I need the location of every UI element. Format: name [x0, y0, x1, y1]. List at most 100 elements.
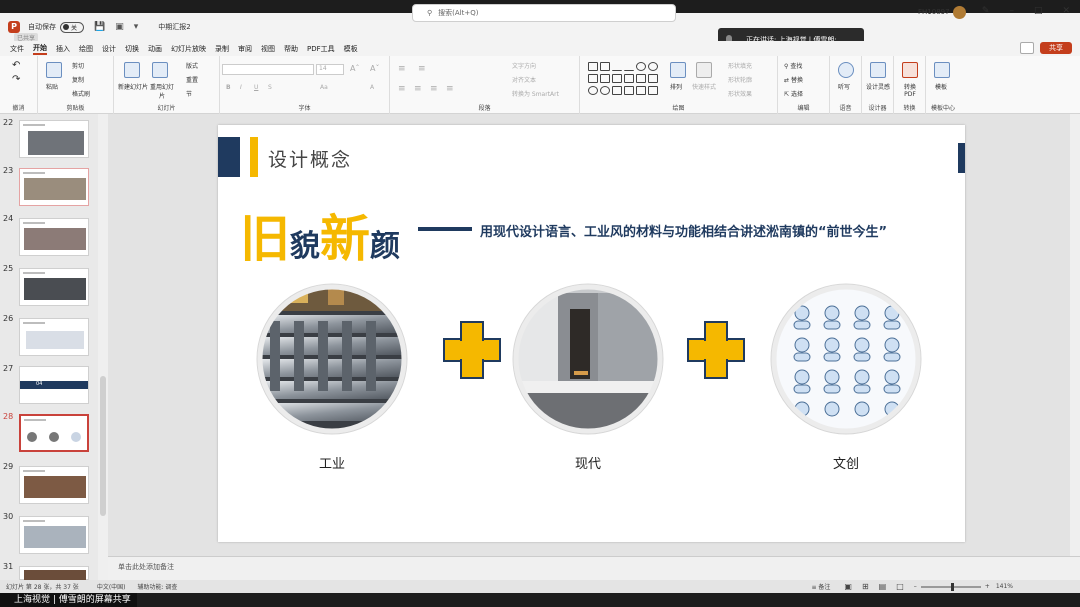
grow-font-icon[interactable]: Aˆ	[350, 64, 359, 73]
menu-record[interactable]: 录制	[215, 44, 229, 54]
change-case-icon[interactable]: Aa	[320, 84, 328, 91]
language-indicator[interactable]: 中文(中国)	[97, 582, 126, 591]
autosave-toggle[interactable]: 关	[60, 21, 84, 33]
layout-button[interactable]: 版式	[186, 61, 198, 70]
arrange-button[interactable]: 排列	[670, 82, 682, 91]
share-button[interactable]: 共享	[1040, 42, 1072, 54]
zoom-level[interactable]: 141%	[996, 583, 1013, 590]
align-right-icon[interactable]: ≡	[430, 84, 438, 94]
smartart-button[interactable]: 转换为 SmartArt	[512, 89, 559, 98]
dictate-button[interactable]: 听写	[838, 82, 850, 91]
close-icon[interactable]: ✕	[1062, 6, 1070, 16]
slide-thumbnail-24[interactable]	[19, 218, 89, 256]
select-button[interactable]: ⇱ 选择	[784, 89, 803, 98]
replace-button[interactable]: ⇄ 替换	[784, 75, 803, 84]
cut-button[interactable]: 剪切	[72, 61, 84, 70]
notes-pane[interactable]: 单击此处添加备注	[108, 556, 1080, 580]
customize-icon[interactable]: ▾	[134, 22, 139, 32]
slide-thumbnail-22[interactable]	[19, 120, 89, 158]
shape-fill-button[interactable]: 形状填充	[728, 61, 752, 70]
slide-sorter-icon[interactable]: ⊞	[862, 582, 869, 591]
paste-button[interactable]: 粘贴	[46, 82, 58, 91]
shrink-font-icon[interactable]: Aˇ	[370, 64, 379, 73]
restore-icon[interactable]: □	[1034, 6, 1043, 16]
undo-icon[interactable]: ↶	[12, 60, 20, 71]
redo-icon[interactable]: ↷	[12, 74, 20, 85]
slide-thumbnail-31[interactable]	[19, 566, 89, 580]
menu-help[interactable]: 帮助	[284, 44, 298, 54]
slide-thumbnail-29[interactable]	[19, 466, 89, 504]
menu-transitions[interactable]: 切换	[125, 44, 139, 54]
menu-view[interactable]: 视图	[261, 44, 275, 54]
slide-thumbnail-25[interactable]	[19, 268, 89, 306]
font-size-select[interactable]: 14	[316, 64, 344, 75]
strikethrough-icon[interactable]: S	[268, 84, 272, 91]
reading-view-icon[interactable]: ▤	[879, 582, 887, 591]
design-ideas-button[interactable]: 设计灵感	[866, 82, 890, 91]
underline-icon[interactable]: U	[254, 84, 258, 91]
menu-home[interactable]: 开始	[33, 43, 47, 55]
menu-review[interactable]: 审阅	[238, 44, 252, 54]
find-button[interactable]: ⚲ 查找	[784, 61, 802, 70]
slide-thumbnail-23[interactable]	[19, 168, 89, 206]
template-icon[interactable]	[934, 62, 950, 78]
to-pdf-button[interactable]: 转换 PDF	[898, 82, 922, 98]
slideshow-icon[interactable]: □	[896, 582, 904, 591]
section-button[interactable]: 节	[186, 89, 192, 98]
text-direction-button[interactable]: 文字方向	[512, 61, 536, 70]
design-ideas-icon[interactable]	[870, 62, 886, 78]
arrange-icon[interactable]	[670, 62, 686, 78]
thumbnail-scrollbar[interactable]	[98, 114, 108, 580]
microphone-icon[interactable]	[838, 62, 854, 78]
font-color-icon[interactable]: A	[370, 84, 374, 91]
user-name[interactable]: FH10897	[918, 8, 950, 16]
normal-view-icon[interactable]: ▣	[844, 582, 852, 591]
paste-icon[interactable]	[46, 62, 62, 78]
reset-button[interactable]: 重置	[186, 75, 198, 84]
reuse-slide-button[interactable]: 重用幻灯片	[148, 82, 176, 100]
pdf-icon[interactable]	[902, 62, 918, 78]
pen-icon[interactable]: ✎	[982, 6, 990, 16]
bullets-icon[interactable]: ≡	[398, 64, 406, 74]
present-icon[interactable]: ▣	[115, 22, 124, 32]
zoom-slider[interactable]	[920, 582, 981, 591]
align-text-button[interactable]: 对齐文本	[512, 75, 536, 84]
reuse-slide-icon[interactable]	[152, 62, 168, 78]
comments-button[interactable]	[1020, 42, 1034, 54]
file-name[interactable]: 中期汇报2	[158, 22, 190, 32]
template-button[interactable]: 模板	[935, 82, 947, 91]
menu-pdf[interactable]: PDF工具	[307, 44, 335, 54]
font-family-select[interactable]	[222, 64, 314, 75]
slide-thumbnail-30[interactable]	[19, 516, 89, 554]
copy-button[interactable]: 复制	[72, 75, 84, 84]
menu-animations[interactable]: 动画	[148, 44, 162, 54]
shape-effects-button[interactable]: 形状效果	[728, 89, 752, 98]
search-input[interactable]: ⚲ 搜索(Alt+Q)	[412, 4, 676, 22]
canvas-scrollbar[interactable]	[1070, 114, 1080, 556]
menu-insert[interactable]: 插入	[56, 44, 70, 54]
minimize-icon[interactable]: –	[1009, 6, 1014, 16]
numbering-icon[interactable]: ≡	[418, 64, 426, 74]
menu-draw[interactable]: 绘图	[79, 44, 93, 54]
format-painter-button[interactable]: 格式刷	[72, 89, 90, 98]
quick-styles-icon[interactable]	[696, 62, 712, 78]
slide-thumbnail-28[interactable]	[19, 414, 89, 452]
italic-icon[interactable]: I	[240, 84, 242, 91]
avatar[interactable]	[953, 6, 966, 19]
notes-toggle-button[interactable]: ≡ 备注	[811, 582, 830, 591]
quick-styles-button[interactable]: 快速样式	[692, 82, 716, 91]
new-slide-icon[interactable]	[124, 62, 140, 78]
bold-icon[interactable]: B	[226, 84, 231, 91]
align-center-icon[interactable]: ≡	[414, 84, 422, 94]
slide-thumbnail-27[interactable]: 04	[19, 366, 89, 404]
menu-file[interactable]: 文件	[10, 44, 24, 54]
menu-design[interactable]: 设计	[102, 44, 116, 54]
menu-slideshow[interactable]: 幻灯片放映	[171, 44, 206, 54]
shape-outline-button[interactable]: 形状轮廓	[728, 75, 752, 84]
new-slide-button[interactable]: 新建幻灯片	[118, 82, 148, 91]
zoom-out-icon[interactable]: –	[914, 583, 917, 590]
accessibility-indicator[interactable]: 辅助功能: 调查	[138, 582, 178, 591]
slide-thumbnail-26[interactable]	[19, 318, 89, 356]
save-icon[interactable]: 💾	[94, 22, 105, 32]
slide[interactable]: 设计概念 旧貌新颜 用现代设计语言、工业风的材料与功能相结合讲述淞南镇的“前世今…	[218, 125, 965, 542]
